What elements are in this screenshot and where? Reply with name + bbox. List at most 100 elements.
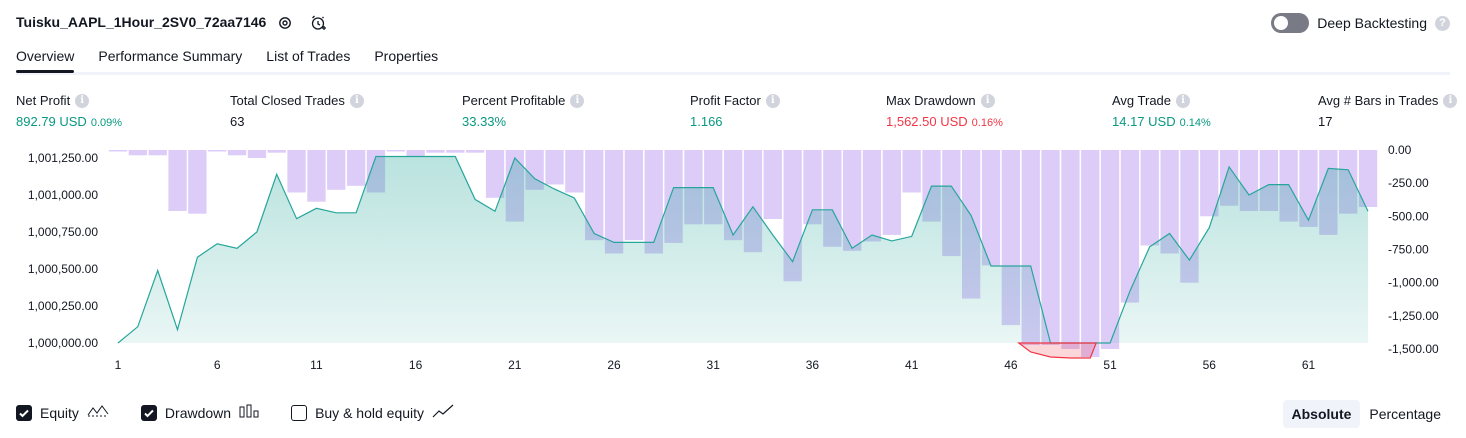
drawdown-bar — [624, 150, 643, 241]
x-axis-tick: 11 — [310, 358, 323, 372]
stat-label: Avg Trade — [1112, 93, 1172, 108]
x-axis-tick: 26 — [607, 358, 621, 372]
info-icon[interactable]: i — [570, 93, 585, 108]
stat-percent-profitable: Percent Profitable i 33.33% — [462, 93, 585, 129]
drawdown-bar — [763, 150, 782, 219]
stat-label: Net Profit — [16, 93, 71, 108]
drawdown-bar — [247, 150, 267, 158]
drawdown-bar — [347, 150, 366, 186]
tab-overview[interactable]: Overview — [16, 48, 75, 73]
drawdown-bar — [208, 150, 227, 152]
x-axis-tick: 6 — [214, 358, 221, 372]
legend-buy-hold[interactable]: Buy & hold equity — [291, 404, 454, 421]
stat-value: 63 — [230, 114, 245, 129]
stat-avg-bars-in-trades: Avg # Bars in Trades i 17 — [1318, 93, 1458, 129]
percentage-button[interactable]: Percentage — [1360, 400, 1450, 428]
left-axis-tick: 1,000,250.00 — [28, 299, 98, 313]
info-icon[interactable]: i — [980, 93, 995, 108]
left-axis-tick: 1,001,000.00 — [28, 188, 98, 202]
right-axis: 0.00 -250.00 -500.00 -750.00 -1,000.00 -1,250… — [1388, 143, 1439, 356]
left-axis: 1,001,250.00 1,001,000.00 1,000,750.00 1,00… — [28, 151, 98, 350]
x-axis-tick: 31 — [707, 358, 721, 372]
absolute-button[interactable]: Absolute — [1282, 400, 1361, 428]
stat-percent: 0.14% — [1179, 117, 1211, 129]
checkbox-buy-hold[interactable] — [291, 404, 308, 421]
x-axis: 1 6 11 16 21 26 31 36 41 46 51 56 61 — [115, 358, 1316, 372]
stat-label: Profit Factor — [690, 93, 761, 108]
stat-label: Percent Profitable — [462, 93, 566, 108]
chart-legend: Equity Drawdown Buy & hold equity — [16, 404, 486, 421]
equity-line-icon — [87, 404, 109, 421]
drawdown-bar — [267, 150, 286, 153]
x-axis-tick: 51 — [1103, 358, 1117, 372]
stat-percent: 0.16% — [971, 117, 1003, 129]
stat-label: Max Drawdown — [886, 93, 976, 108]
drawdown-bar — [188, 150, 207, 214]
drawdown-bar — [1081, 150, 1100, 357]
right-axis-tick: -1,500.00 — [1388, 342, 1439, 356]
info-icon[interactable]: i — [1443, 93, 1458, 108]
right-axis-tick: -1,000.00 — [1388, 276, 1439, 290]
drawdown-bar — [386, 150, 405, 152]
drawdown-bar — [227, 150, 247, 156]
left-axis-tick: 1,000,750.00 — [28, 225, 98, 239]
strategy-title: Tuisku_AAPL_1Hour_2SV0_72aa7146 — [16, 14, 267, 30]
stat-value: 892.79 USD — [16, 114, 87, 129]
equity-drawdown-chart: 1,001,250.00 1,001,000.00 1,000,750.00 1,00… — [28, 143, 1439, 372]
drawdown-bar — [1061, 150, 1080, 349]
right-axis-tick: -500.00 — [1388, 209, 1429, 223]
drawdown-bar — [1041, 150, 1060, 345]
stat-avg-trade: Avg Trade i 14.17 USD 0.14% — [1112, 93, 1211, 129]
info-icon[interactable]: i — [1176, 93, 1191, 108]
info-icon[interactable]: i — [765, 93, 780, 108]
drawdown-bar — [446, 150, 465, 153]
buy-hold-line-icon — [432, 404, 454, 421]
drawdown-bar — [604, 150, 624, 254]
value-mode-toggle: Absolute Percentage — [1282, 400, 1451, 428]
x-axis-tick: 1 — [115, 358, 122, 372]
tab-list-of-trades[interactable]: List of Trades — [266, 48, 350, 73]
legend-label: Buy & hold equity — [315, 404, 425, 421]
legend-label: Drawdown — [164, 404, 232, 421]
drawdown-bar — [902, 150, 921, 193]
stat-value: 1,562.50 USD — [886, 114, 968, 129]
stat-value: 17 — [1318, 114, 1333, 129]
x-axis-tick: 16 — [409, 358, 423, 372]
stat-net-profit: Net Profit i 892.79 USD 0.09% — [16, 93, 122, 129]
stat-total-closed-trades: Total Closed Trades i 63 — [230, 93, 364, 129]
x-axis-tick: 56 — [1203, 358, 1217, 372]
stat-value: 33.33% — [462, 114, 507, 129]
legend-label: Equity — [40, 404, 79, 421]
left-axis-tick: 1,001,250.00 — [28, 151, 98, 165]
right-axis-tick: -250.00 — [1388, 176, 1429, 190]
checkbox-equity[interactable] — [16, 404, 32, 421]
checkbox-drawdown[interactable] — [140, 404, 157, 421]
legend-drawdown[interactable]: Drawdown — [140, 404, 259, 421]
stat-value: 14.17 USD — [1112, 114, 1176, 129]
stat-label: Total Closed Trades — [230, 93, 345, 108]
gear-icon[interactable] — [276, 14, 294, 32]
stat-profit-factor: Profit Factor i 1.166 — [690, 93, 780, 129]
tab-properties[interactable]: Properties — [374, 48, 438, 73]
drawdown-bar — [981, 150, 1001, 266]
deep-backtesting: Deep Backtesting ? — [1271, 13, 1450, 33]
drawdown-bar — [466, 150, 485, 153]
alarm-clock-plus-icon[interactable] — [310, 14, 328, 32]
tab-performance-summary[interactable]: Performance Summary — [98, 48, 242, 73]
drawdown-bars-icon — [239, 404, 259, 421]
x-axis-tick: 36 — [806, 358, 820, 372]
equity-negative-area — [1017, 342, 1098, 359]
left-axis-tick: 1,000,000.00 — [28, 336, 98, 350]
help-icon[interactable]: ? — [1435, 15, 1450, 31]
info-icon[interactable]: i — [349, 93, 364, 108]
stat-label: Avg # Bars in Trades — [1318, 93, 1439, 108]
info-icon[interactable]: i — [75, 93, 90, 108]
stat-value: 1.166 — [690, 114, 723, 129]
legend-equity[interactable]: Equity — [16, 404, 109, 421]
x-axis-tick: 61 — [1302, 358, 1316, 372]
drawdown-bar — [565, 150, 584, 193]
deep-backtesting-toggle[interactable] — [1271, 13, 1310, 33]
drawdown-bar — [148, 150, 167, 156]
right-axis-tick: -750.00 — [1388, 243, 1429, 257]
drawdown-bar — [287, 150, 306, 193]
